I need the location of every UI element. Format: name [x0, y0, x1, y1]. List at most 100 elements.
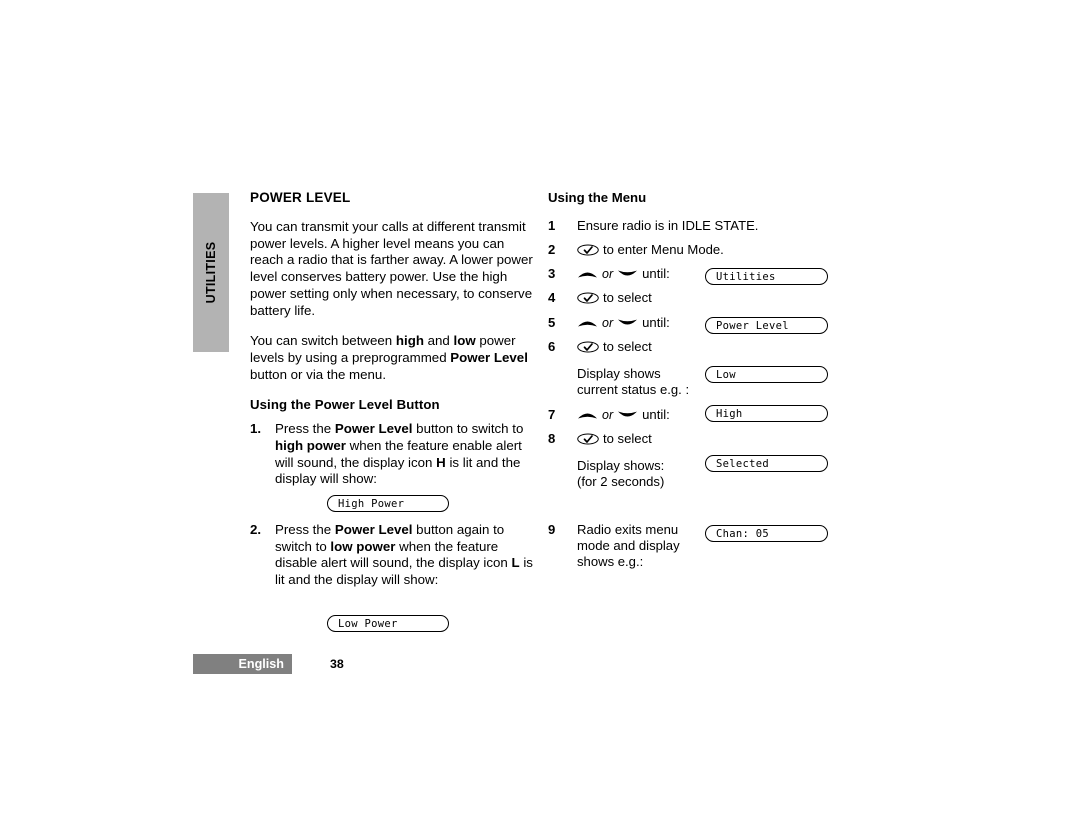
- right-step-8-content: to select: [577, 431, 652, 447]
- left-step-1: 1. Press the Power Level button to switc…: [250, 421, 535, 488]
- left-step-1-bold-2: high power: [275, 438, 346, 454]
- intro-paragraph-2: You can switch between high and low powe…: [250, 333, 535, 383]
- note-selected-line-1: Display shows:: [577, 458, 665, 473]
- right-step-3-until: until:: [642, 266, 670, 281]
- right-step-5-or: or: [602, 316, 614, 330]
- left-step-1-text: Press the Power Level button to switch t…: [275, 421, 535, 488]
- manual-page: UTILITIES POWER LEVEL You can transmit y…: [0, 0, 1080, 834]
- right-step-7-or: or: [602, 408, 614, 422]
- right-step-7-until: until:: [642, 407, 670, 422]
- right-step-9-line-2: mode and display: [577, 538, 680, 553]
- para2-bold-high: high: [395, 333, 424, 349]
- footer-language-band: English: [193, 654, 292, 674]
- right-column: Using the Menu 1 Ensure radio is in IDLE…: [548, 190, 848, 569]
- left-step-1-text-2: button to switch to: [412, 421, 524, 437]
- left-step-2-bold-3: L: [511, 555, 520, 571]
- para2-text-1: You can switch between: [250, 333, 396, 349]
- lcd-display-high-power: High Power: [327, 495, 449, 512]
- section-tab-label: UTILITIES: [204, 241, 218, 304]
- right-step-3-number: 3: [548, 266, 556, 281]
- lcd-display-low-power-text: Low Power: [338, 617, 398, 630]
- lcd-display-power-level-text: Power Level: [716, 319, 789, 332]
- left-step-1-text-1: Press the: [275, 421, 335, 437]
- lcd-display-utilities-text: Utilities: [716, 270, 776, 283]
- left-step-2-bold-1: Power Level: [334, 522, 413, 537]
- right-step-2-content: to enter Menu Mode.: [577, 242, 724, 258]
- right-step-4-content: to select: [577, 290, 652, 306]
- right-step-9-text: Radio exits menu mode and display shows …: [577, 522, 687, 570]
- check-button-icon: [577, 433, 599, 445]
- para2-bold-power-level: Power Level: [450, 349, 528, 365]
- right-step-5-number: 5: [548, 315, 556, 330]
- note-selected: Display shows: (for 2 seconds): [577, 458, 664, 490]
- footer-page-number: 38: [330, 657, 344, 671]
- lcd-display-low-text: Low: [716, 368, 736, 381]
- right-step-3-or: or: [602, 267, 614, 281]
- left-step-1-number: 1.: [250, 421, 262, 437]
- lcd-display-utilities: Utilities: [705, 268, 828, 285]
- right-step-8-label: to select: [603, 431, 652, 446]
- right-step-5-until: until:: [642, 315, 670, 330]
- check-button-icon: [577, 244, 599, 256]
- left-step-2-text-1: Press the: [275, 522, 335, 537]
- lcd-display-selected: Selected: [705, 455, 828, 472]
- right-step-7-content: or until:: [577, 407, 670, 423]
- right-step-7-number: 7: [548, 407, 556, 422]
- lcd-display-power-level: Power Level: [705, 317, 828, 334]
- lcd-display-channel: Chan: 05: [705, 525, 828, 542]
- right-step-6: 6 to select: [548, 339, 652, 355]
- para2-text-4: button or via the menu.: [250, 366, 387, 382]
- lcd-display-high-power-text: High Power: [338, 497, 405, 510]
- note-selected-line-2: (for 2 seconds): [577, 474, 665, 489]
- right-step-2-label: to enter Menu Mode.: [603, 242, 724, 257]
- left-step-2: 2. Press the Power Level button again to…: [250, 522, 535, 589]
- right-step-2: 2 to enter Menu Mode.: [548, 242, 724, 258]
- subheading-using-the-menu: Using the Menu: [548, 190, 647, 205]
- subheading-power-level-button: Using the Power Level Button: [250, 397, 440, 413]
- lcd-display-channel-text: Chan: 05: [716, 527, 769, 540]
- check-button-icon: [577, 341, 599, 353]
- check-button-icon: [577, 292, 599, 304]
- right-step-5-content: or until:: [577, 315, 670, 331]
- scroll-down-icon: [617, 409, 638, 421]
- scroll-up-icon: [577, 409, 598, 421]
- lcd-display-high: High: [705, 405, 828, 422]
- footer-language-label: English: [238, 657, 284, 671]
- note-current-status-line-1: Display shows: [577, 366, 661, 381]
- lcd-display-low-power: Low Power: [327, 615, 449, 632]
- right-step-9-number: 9: [548, 522, 556, 537]
- scroll-up-icon: [577, 317, 598, 329]
- right-step-9-line-3: shows e.g.:: [577, 554, 644, 569]
- right-step-9-line-1: Radio exits menu: [577, 522, 679, 537]
- note-current-status-line-2: current status e.g. :: [577, 382, 690, 397]
- right-step-6-content: to select: [577, 339, 652, 355]
- lcd-display-selected-text: Selected: [716, 457, 769, 470]
- right-step-2-number: 2: [548, 242, 556, 257]
- right-step-3: 3 or until:: [548, 266, 670, 282]
- right-step-1-text: Ensure radio is in IDLE STATE.: [577, 218, 759, 233]
- left-column: POWER LEVEL You can transmit your calls …: [250, 190, 535, 492]
- left-step-2-number: 2.: [250, 522, 262, 537]
- right-step-3-content: or until:: [577, 266, 670, 282]
- right-step-6-number: 6: [548, 339, 556, 354]
- lcd-display-low: Low: [705, 366, 828, 383]
- intro-paragraph-1: You can transmit your calls at different…: [250, 219, 533, 318]
- scroll-down-icon: [617, 268, 638, 280]
- lcd-display-high-text: High: [716, 407, 743, 420]
- right-step-8-number: 8: [548, 431, 556, 446]
- section-tab-utilities: UTILITIES: [193, 193, 229, 352]
- left-step-1-bold-1: Power Level: [334, 421, 413, 437]
- right-step-1: 1 Ensure radio is in IDLE STATE.: [548, 218, 758, 234]
- scroll-up-icon: [577, 268, 598, 280]
- left-step-1-bold-3: H: [436, 454, 446, 470]
- right-step-4-number: 4: [548, 290, 556, 305]
- right-step-4: 4 to select: [548, 290, 652, 306]
- right-step-6-label: to select: [603, 339, 652, 354]
- left-step-2-text: Press the Power Level button again to sw…: [275, 522, 535, 589]
- right-step-8: 8 to select: [548, 431, 652, 447]
- right-step-9: 9 Radio exits menu mode and display show…: [548, 522, 687, 570]
- right-step-7: 7 or until:: [548, 407, 670, 423]
- right-step-4-label: to select: [603, 290, 652, 305]
- page-title: POWER LEVEL: [250, 190, 351, 205]
- scroll-down-icon: [617, 317, 638, 329]
